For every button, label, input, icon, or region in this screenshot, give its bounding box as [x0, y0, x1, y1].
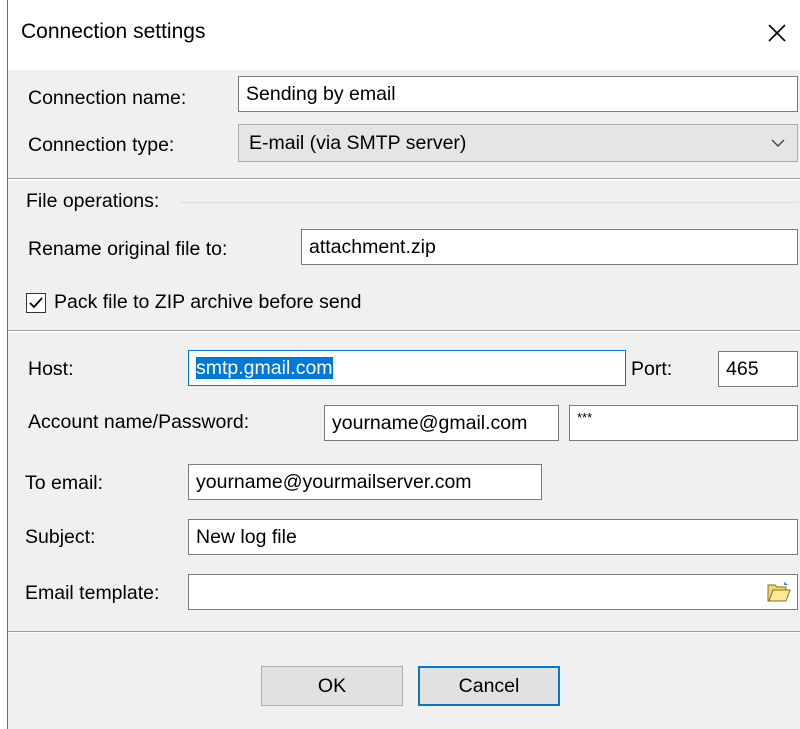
password-input[interactable]: *** — [569, 405, 798, 441]
title-bar: Connection settings — [8, 0, 800, 70]
to-email-input[interactable]: yourname@yourmailserver.com — [188, 464, 542, 500]
host-label: Host: — [28, 358, 74, 380]
open-folder-icon[interactable] — [767, 581, 791, 603]
separator — [8, 631, 800, 633]
file-operations-group-title: File operations: — [26, 190, 160, 212]
group-divider — [180, 202, 798, 203]
connection-name-input[interactable]: Sending by email — [238, 76, 798, 112]
subject-input[interactable]: New log file — [188, 519, 798, 555]
rename-file-label: Rename original file to: — [28, 238, 228, 260]
connection-type-select[interactable]: E-mail (via SMTP server) — [238, 124, 798, 162]
rename-file-input[interactable]: attachment.zip — [301, 229, 798, 265]
close-button[interactable] — [753, 10, 800, 56]
connection-type-label: Connection type: — [28, 134, 175, 156]
subject-label: Subject: — [25, 526, 96, 548]
connection-name-label: Connection name: — [28, 87, 187, 109]
email-template-label: Email template: — [25, 582, 160, 604]
connection-type-value: E-mail (via SMTP server) — [249, 132, 467, 154]
host-input[interactable]: smtp.gmail.com — [188, 350, 626, 386]
checkmark-icon — [29, 297, 43, 309]
pack-zip-label[interactable]: Pack file to ZIP archive before send — [54, 291, 361, 314]
separator — [8, 178, 800, 180]
account-password-label: Account name/Password: — [28, 411, 250, 433]
account-name-input[interactable]: yourname@gmail.com — [324, 405, 559, 441]
dialog-title: Connection settings — [21, 20, 206, 43]
cancel-button[interactable]: Cancel — [418, 666, 560, 706]
connection-settings-dialog: Connection settings Connection name: Sen… — [7, 0, 800, 729]
host-value: smtp.gmail.com — [196, 357, 333, 379]
pack-zip-checkbox[interactable] — [26, 293, 46, 313]
chevron-down-icon — [771, 139, 785, 147]
port-input[interactable]: 465 — [718, 351, 798, 387]
separator — [8, 330, 800, 332]
close-icon — [768, 24, 786, 42]
ok-button[interactable]: OK — [261, 666, 403, 706]
port-label: Port: — [631, 358, 673, 380]
email-template-input[interactable] — [188, 574, 798, 610]
to-email-label: To email: — [25, 472, 104, 494]
